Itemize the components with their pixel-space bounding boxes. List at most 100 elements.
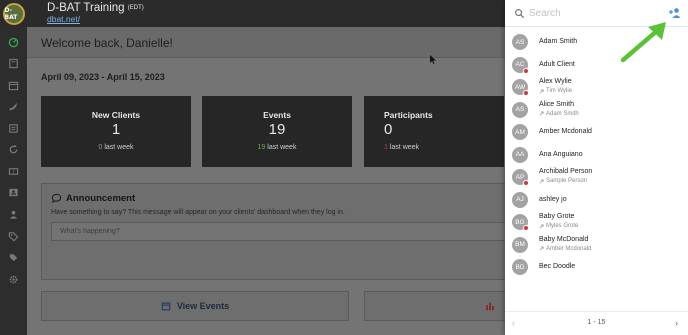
contact-item[interactable]: BG Baby Grote Myles Grote: [505, 211, 688, 234]
page-range: 1 - 15: [587, 319, 606, 326]
tags-icon: [9, 254, 18, 262]
contact-name: Baby Grote: [539, 213, 575, 220]
contact-name: Adam Smith: [539, 38, 578, 45]
contact-guardian-name: Tim Wylie: [546, 88, 573, 94]
contact-item[interactable]: AS Alice Smith Adam Smith: [505, 99, 688, 122]
contact-guardian: Amber Mcdonald: [539, 246, 591, 252]
pagination: ‹ 1 - 15 ›: [505, 311, 688, 335]
contact-name: Alex Wylie: [539, 78, 572, 85]
site-link[interactable]: dbat.net/: [47, 14, 144, 25]
nav-tags[interactable]: [7, 251, 20, 264]
dbat-logo[interactable]: D-BAT: [0, 0, 27, 27]
contact-name: ashley jo: [539, 195, 567, 203]
app-title: D-BAT Training (EDT): [47, 2, 144, 14]
avatar-initials: AM: [515, 128, 525, 136]
nav-ticket[interactable]: [7, 165, 20, 178]
avatar-initials: AC: [515, 61, 525, 68]
contact-item[interactable]: AP Archibald Person Sample Person: [505, 166, 688, 189]
nav-settings[interactable]: [7, 273, 20, 286]
stat-delta-suffix: last week: [102, 144, 134, 151]
calendar-icon: [161, 302, 171, 311]
logo-text: D-BAT: [4, 6, 18, 21]
nav-contact-card[interactable]: [7, 186, 20, 199]
calendar-icon: [8, 81, 19, 91]
nav-dashboard[interactable]: [7, 36, 20, 49]
refresh-icon: [9, 144, 18, 154]
contact-guardian: Myles Grote: [539, 223, 578, 229]
stat-card-participants[interactable]: Participants 0 1 last week: [364, 96, 504, 167]
bar-chart-icon: [486, 302, 494, 311]
nav-users[interactable]: [7, 208, 20, 221]
contact-name: Baby McDonald: [539, 235, 589, 243]
view-events-label: View Events: [176, 301, 230, 311]
alert-badge: [523, 180, 529, 186]
stat-delta-suffix: last week: [387, 144, 420, 151]
next-page-button[interactable]: ›: [675, 318, 678, 328]
contact-item[interactable]: BM Baby McDonald Amber Mcdonald: [505, 234, 688, 257]
contact-item[interactable]: AA Ana Anguiano: [505, 144, 688, 167]
stat-title: New Clients: [91, 110, 141, 120]
stat-delta-suffix: last week: [265, 144, 297, 151]
date-range: April 09, 2023 - April 15, 2023: [41, 72, 165, 82]
announcement-card: Announcement Have something to say? This…: [41, 183, 571, 280]
contact-card-icon: [9, 188, 18, 197]
announcement-input[interactable]: What's happening?: [51, 222, 517, 241]
contact-item[interactable]: AW Alex Wylie Tim Wylie: [505, 76, 688, 99]
stat-comparison: 19 last week: [202, 144, 352, 151]
pointer-arrow-icon: [620, 22, 666, 63]
timezone-label: (EDT): [127, 4, 144, 11]
contact-name: Amber Mcdonald: [539, 128, 592, 135]
alert-badge: [523, 67, 529, 74]
speech-bubble-icon: [51, 193, 62, 204]
avatar-initials: AS: [515, 106, 525, 113]
stat-value: 1: [111, 121, 121, 138]
stat-comparison: 1 last week: [384, 144, 419, 151]
logo-badge: D-BAT: [2, 2, 25, 25]
link-icon: [539, 246, 544, 251]
avatar-initials: BG: [515, 218, 525, 226]
left-sidebar: [0, 27, 27, 335]
avatar: BD: [512, 259, 528, 275]
contact-item[interactable]: BD Bec Doodle: [505, 256, 688, 279]
link-icon: [539, 178, 544, 183]
alert-badge: [523, 90, 529, 96]
view-events-button[interactable]: View Events: [41, 291, 349, 321]
nav-calendar[interactable]: [7, 79, 20, 92]
dashboard-icon: [8, 37, 19, 48]
list-icon: [9, 124, 18, 133]
avatar-initials: AA: [515, 151, 525, 158]
avatar: BG: [512, 214, 529, 231]
link-icon: [539, 111, 544, 116]
stat-value: 0: [384, 121, 393, 138]
nav-list[interactable]: [7, 122, 20, 135]
stat-title: Events: [263, 110, 291, 120]
contact-item[interactable]: AJ ashley jo: [505, 189, 688, 212]
avatar-initials: AS: [515, 38, 525, 46]
contact-guardian: Tim Wylie: [539, 88, 572, 94]
nav-book[interactable]: [7, 57, 20, 70]
contact-name: Bec Doodle: [539, 263, 576, 270]
avatar-initials: BD: [515, 263, 525, 271]
avatar: BM: [512, 236, 528, 253]
avatar-initials: AP: [515, 173, 525, 181]
nav-rocket[interactable]: [7, 100, 20, 113]
welcome-message: Welcome back, Danielle!: [41, 36, 173, 50]
stat-card-new-clients[interactable]: New Clients 1 0 last week: [41, 96, 191, 167]
avatar-initials: AJ: [516, 196, 524, 203]
stat-card-events[interactable]: Events 19 19 last week: [202, 96, 352, 167]
avatar: AS: [512, 34, 528, 50]
contact-guardian-name: Myles Grote: [546, 223, 579, 229]
contact-name: Adult Client: [539, 60, 575, 68]
avatar: AP: [512, 169, 529, 186]
gear-icon: [9, 275, 18, 284]
avatar-initials: BM: [515, 241, 525, 248]
link-icon: [539, 223, 544, 228]
nav-tag[interactable]: [7, 230, 20, 243]
book-icon: [9, 58, 18, 69]
rocket-icon: [9, 102, 18, 111]
reports-button[interactable]: [364, 291, 524, 321]
contact-item[interactable]: AM Amber Mcdonald: [505, 121, 688, 144]
add-contact-icon[interactable]: [668, 7, 682, 19]
nav-refresh[interactable]: [7, 143, 20, 156]
stat-value: 19: [268, 121, 286, 138]
